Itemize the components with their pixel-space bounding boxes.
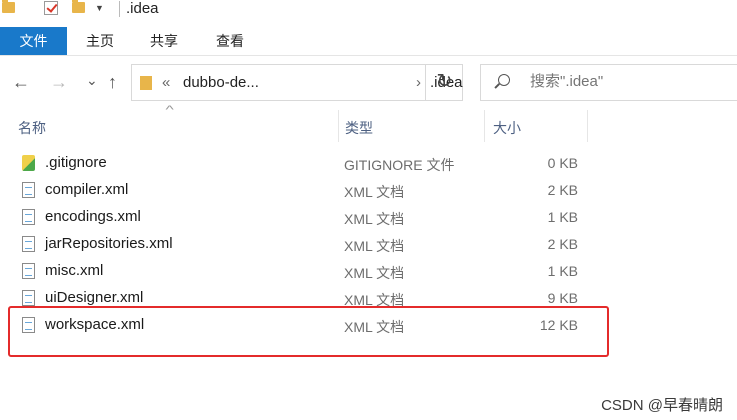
file-size: 1 KB [547,209,578,225]
watermark: CSDN @早春晴朗 [601,397,723,414]
address-folder-icon [140,76,152,90]
column-divider[interactable] [587,110,588,142]
file-type: XML 文档 [344,265,405,281]
highlight-annotation-box [8,306,609,357]
recent-locations-chevron-icon[interactable]: ⌄ [86,70,98,90]
column-header-type[interactable]: 类型 [339,108,484,144]
xml-file-icon [22,290,35,306]
file-name: .gitignore [45,154,107,171]
tab-view[interactable]: 查看 [206,27,254,55]
breadcrumb-chevron-icon[interactable]: › [416,74,421,91]
xml-file-icon [22,236,35,252]
column-name-label: 名称 [18,120,46,136]
xml-file-icon [22,263,35,279]
column-header-size[interactable]: 大小 [485,108,587,144]
address-overflow-icon[interactable]: « [162,74,170,91]
file-size: 9 KB [547,290,578,306]
file-type: XML 文档 [344,238,405,254]
column-type-label: 类型 [345,120,373,136]
tab-share[interactable]: 共享 [140,27,188,55]
file-type: XML 文档 [344,211,405,227]
navigation-bar: ← → ⌄ ↑ « dubbo-de... › .idea ↻ [0,62,737,104]
refresh-button[interactable]: ↻ [425,64,463,101]
column-header-name[interactable]: 名称 [0,108,338,144]
ribbon-tabs: 文件 主页 共享 查看 [0,27,737,56]
forward-arrow-icon[interactable]: → [50,72,68,92]
new-folder-icon[interactable] [72,0,85,13]
search-input[interactable] [530,73,730,90]
search-box[interactable] [480,64,737,101]
file-size: 1 KB [547,263,578,279]
file-size: 2 KB [547,236,578,252]
tab-home[interactable]: 主页 [76,27,124,55]
refresh-icon: ↻ [436,71,453,92]
file-name: misc.xml [45,262,104,279]
file-type: XML 文档 [344,184,405,200]
xml-file-icon [22,209,35,225]
properties-check-icon[interactable] [44,1,58,15]
file-row[interactable]: .gitignore GITIGNORE 文件 0 KB [0,150,737,177]
window-title: .idea [126,0,159,17]
breadcrumb-parent[interactable]: dubbo-de... [183,74,259,91]
title-bar: ▼ .idea [0,0,737,24]
file-name: jarRepositories.xml [45,235,173,252]
back-arrow-icon[interactable]: ← [12,72,30,92]
file-type: GITIGNORE 文件 [344,157,455,173]
file-name: compiler.xml [45,181,129,198]
xml-file-icon [22,182,35,198]
file-row[interactable]: compiler.xml XML 文档 2 KB [0,177,737,204]
search-icon [498,74,510,86]
gitignore-file-icon [22,155,35,171]
file-name: uiDesigner.xml [45,289,144,306]
folder-icon [2,0,15,13]
file-size: 0 KB [547,155,578,171]
file-size: 2 KB [547,182,578,198]
file-row[interactable]: encodings.xml XML 文档 1 KB [0,204,737,231]
file-row[interactable]: jarRepositories.xml XML 文档 2 KB [0,231,737,258]
file-row[interactable]: misc.xml XML 文档 1 KB [0,258,737,285]
customize-toolbar-chevron-icon[interactable]: ▼ [95,3,104,13]
file-name: encodings.xml [45,208,141,225]
column-size-label: 大小 [493,120,521,136]
tab-file[interactable]: 文件 [0,27,67,55]
title-separator [119,1,120,17]
address-bar[interactable]: « dubbo-de... › .idea [131,64,463,101]
up-arrow-icon[interactable]: ↑ [108,72,117,92]
